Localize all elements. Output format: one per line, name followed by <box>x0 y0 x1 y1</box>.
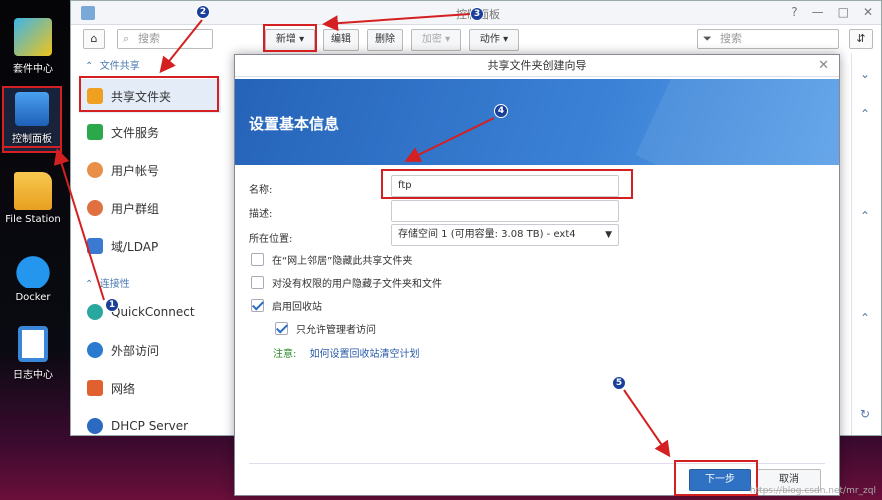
chevron-up-icon[interactable]: ⌃ <box>860 107 870 121</box>
sidebar: ⌃ 文件共享 共享文件夹 文件服务 用户帐号 用户群组 域/LDAP ⌃ 连接性… <box>71 53 235 435</box>
shared-folder-wizard-dialog: 共享文件夹创建向导 ✕ 设置基本信息 名称: ftp 描述: 所在位置: 存储空… <box>234 54 840 496</box>
delete-button[interactable]: 删除 <box>367 29 403 51</box>
location-select[interactable]: 存储空间 1 (可用容量: 3.08 TB) - ext4 ▼ <box>391 224 619 246</box>
banner-decoration <box>635 79 839 165</box>
admin-only-checkbox[interactable]: 只允许管理者访问 <box>275 321 376 336</box>
minimize-button[interactable]: — <box>812 5 824 19</box>
location-label: 所在位置: <box>249 234 293 245</box>
desktop-docker[interactable]: Docker <box>0 250 66 303</box>
checkbox-box-checked[interactable] <box>275 322 288 335</box>
maximize-button[interactable]: □ <box>838 5 849 19</box>
chevron-down-icon[interactable]: ⌄ <box>860 67 870 81</box>
banner-heading: 设置基本信息 <box>249 115 340 133</box>
filter-icon: ⏷ <box>703 32 712 45</box>
annotation-badge-4: 4 <box>494 104 508 118</box>
sidebar-item-user[interactable]: 用户帐号 <box>79 153 221 187</box>
sort-button[interactable]: ⇵ <box>849 29 873 49</box>
sidebar-item-external-access[interactable]: 外部访问 <box>79 333 221 367</box>
desktop-package-center[interactable]: 套件中心 <box>0 18 66 75</box>
sidebar-item-shared-folder[interactable]: 共享文件夹 <box>79 79 221 113</box>
action-button[interactable]: 动作 ▾ <box>469 29 519 51</box>
recycle-note: 注意: 如何设置回收站清空计划 <box>273 345 420 360</box>
user-icon <box>87 162 103 178</box>
desktop-control-panel[interactable]: 控制面板 <box>2 86 62 153</box>
hide-in-network-checkbox[interactable]: 在“网上邻居”隐藏此共享文件夹 <box>251 252 412 267</box>
domain-icon <box>87 238 103 254</box>
edit-button[interactable]: 编辑 <box>323 29 359 51</box>
refresh-icon[interactable]: ↻ <box>860 407 870 421</box>
note-key: 注意: <box>273 349 297 360</box>
folder-icon <box>14 172 52 210</box>
checkbox-box[interactable] <box>251 253 264 266</box>
section-file-sharing[interactable]: ⌃ 文件共享 <box>85 57 140 72</box>
dialog-close-icon[interactable]: ✕ <box>818 55 829 77</box>
annotation-badge-5: 5 <box>612 376 626 390</box>
sidebar-search-input[interactable]: ⌕ 搜索 <box>117 29 213 49</box>
home-button[interactable]: ⌂ <box>83 29 105 49</box>
section-connectivity[interactable]: ⌃ 连接性 <box>85 275 130 290</box>
network-house-icon <box>87 380 103 396</box>
right-collapse-strip: ⌄ ⌃ ⌃ ⌃ ↻ <box>851 53 881 435</box>
log-center-icon <box>18 326 48 362</box>
annotation-badge-3: 3 <box>470 7 484 21</box>
add-button[interactable]: 新增 ▾ <box>265 29 315 51</box>
file-services-icon <box>87 124 103 140</box>
dhcp-icon <box>87 418 103 434</box>
name-input[interactable]: ftp <box>391 175 619 197</box>
dialog-title-bar: 共享文件夹创建向导 ✕ <box>235 55 839 77</box>
sidebar-item-dhcp-server[interactable]: DHCP Server <box>79 409 221 443</box>
desktop-log-center[interactable]: 日志中心 <box>0 326 66 381</box>
package-center-icon <box>14 18 52 56</box>
window-controls: ? — □ ✕ <box>791 5 873 19</box>
app-logo-icon <box>81 6 95 20</box>
watermark: https://blog.csdn.net/mr_zql <box>749 486 876 496</box>
checkbox-box-checked[interactable] <box>251 299 264 312</box>
sidebar-item-domain-ldap[interactable]: 域/LDAP <box>79 229 221 263</box>
shared-folder-icon <box>87 88 103 104</box>
home-icon: ⌂ <box>90 32 98 45</box>
recycle-schedule-link[interactable]: 如何设置回收站清空计划 <box>310 349 420 360</box>
annotation-badge-2: 2 <box>196 5 210 19</box>
sidebar-item-quickconnect[interactable]: QuickConnect <box>79 295 221 329</box>
close-button[interactable]: ✕ <box>863 5 873 19</box>
encrypt-button[interactable]: 加密 ▾ <box>411 29 461 51</box>
sort-icon: ⇵ <box>856 32 866 45</box>
desktop-file-station[interactable]: File Station <box>0 172 66 225</box>
globe-icon <box>87 342 103 358</box>
dialog-banner: 设置基本信息 <box>235 79 839 165</box>
next-button[interactable]: 下一步 <box>689 469 751 491</box>
control-panel-icon <box>15 92 49 126</box>
chevron-up-icon[interactable]: ⌃ <box>860 311 870 325</box>
hide-subfolders-checkbox[interactable]: 对没有权限的用户隐藏子文件夹和文件 <box>251 275 442 290</box>
dialog-title: 共享文件夹创建向导 <box>487 59 587 72</box>
description-input[interactable] <box>391 200 619 222</box>
dropdown-arrow-icon: ▼ <box>605 230 612 240</box>
name-label: 名称: <box>249 185 273 196</box>
sidebar-item-file-services[interactable]: 文件服务 <box>79 115 221 149</box>
annotation-badge-1: 1 <box>105 298 119 312</box>
toolbar: ⌂ ⌕ 搜索 新增 ▾ 编辑 删除 加密 ▾ 动作 ▾ ⏷ 搜索 ⇵ <box>71 25 881 53</box>
sidebar-item-network[interactable]: 网络 <box>79 371 221 405</box>
group-icon <box>87 200 103 216</box>
docker-whale-icon <box>14 250 52 288</box>
quickconnect-icon <box>87 304 103 320</box>
search-icon: ⌕ <box>123 32 130 45</box>
enable-recycle-bin-checkbox[interactable]: 启用回收站 <box>251 298 322 313</box>
chevron-up-icon[interactable]: ⌃ <box>860 209 870 223</box>
checkbox-box[interactable] <box>251 276 264 289</box>
help-button[interactable]: ? <box>791 5 797 19</box>
dialog-footer-divider <box>249 463 825 464</box>
filter-search-input[interactable]: ⏷ 搜索 <box>697 29 839 49</box>
sidebar-item-group[interactable]: 用户群组 <box>79 191 221 225</box>
description-label: 描述: <box>249 209 273 220</box>
